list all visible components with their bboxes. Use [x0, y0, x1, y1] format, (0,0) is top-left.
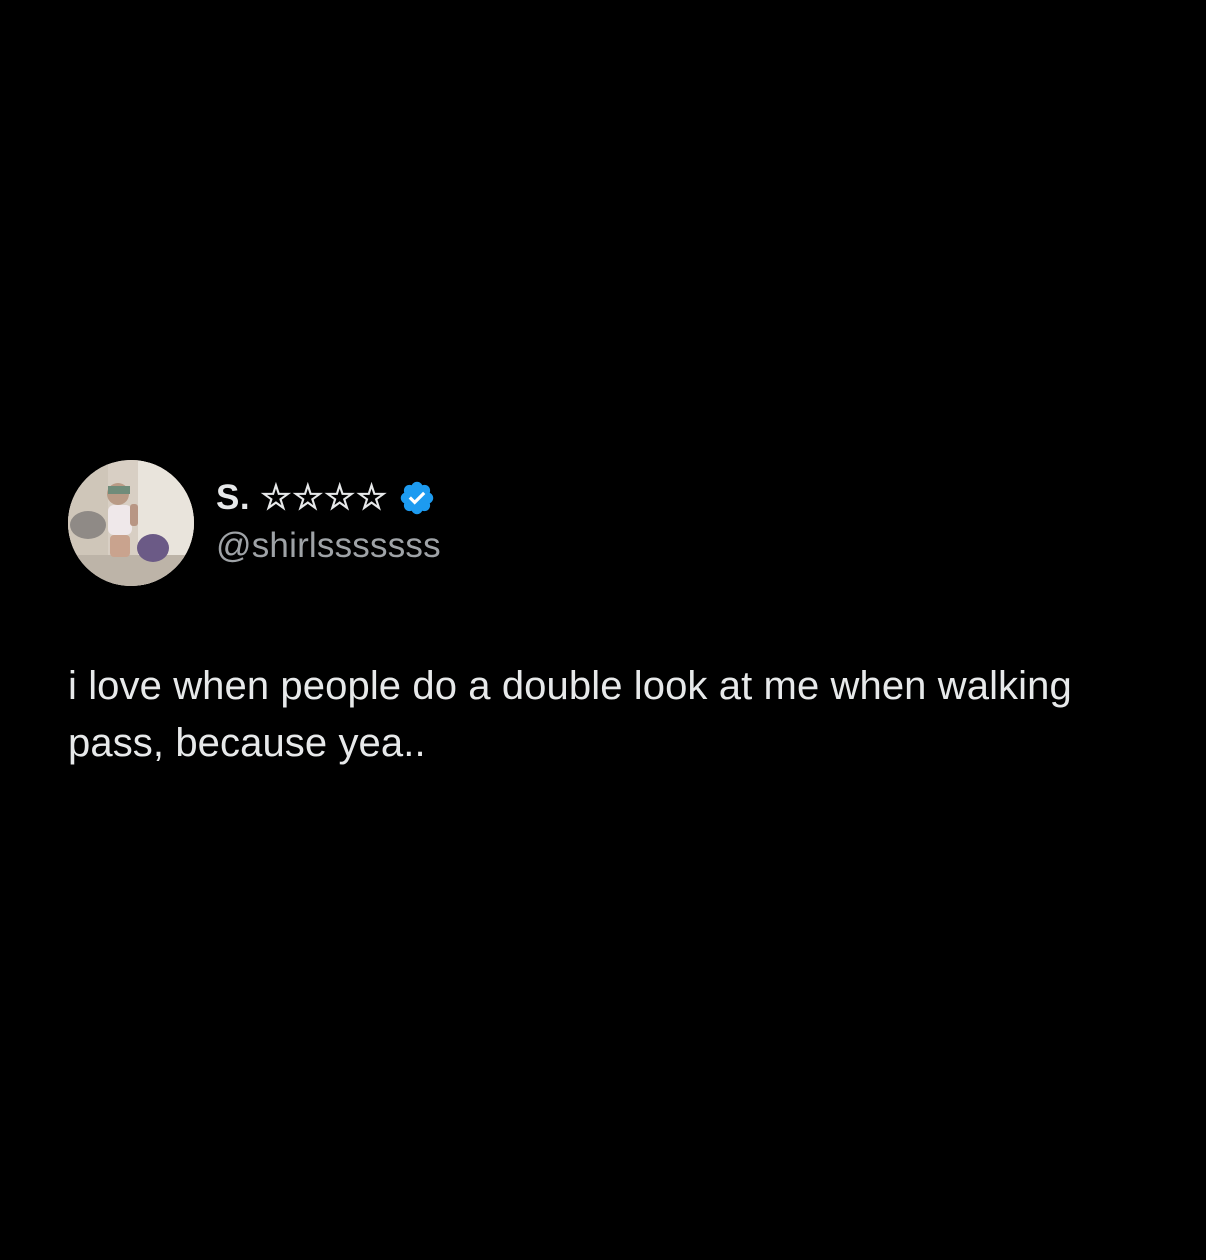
- author-names: S. ☆☆☆☆ @shirlsssssss: [216, 476, 441, 566]
- verified-badge-icon: [398, 479, 436, 517]
- display-name[interactable]: S. ☆☆☆☆: [216, 478, 388, 518]
- avatar-image: [68, 460, 194, 586]
- tweet-screenshot: S. ☆☆☆☆ @shirlsssssss i love when people…: [0, 0, 1206, 1260]
- tweet-author: S. ☆☆☆☆ @shirlsssssss: [68, 460, 1148, 586]
- tweet-text: i love when people do a double look at m…: [68, 664, 1072, 765]
- avatar[interactable]: [68, 460, 194, 586]
- display-name-row: S. ☆☆☆☆: [216, 476, 441, 520]
- author-handle[interactable]: @shirlsssssss: [216, 526, 441, 566]
- tweet-card: S. ☆☆☆☆ @shirlsssssss i love when people…: [68, 460, 1148, 772]
